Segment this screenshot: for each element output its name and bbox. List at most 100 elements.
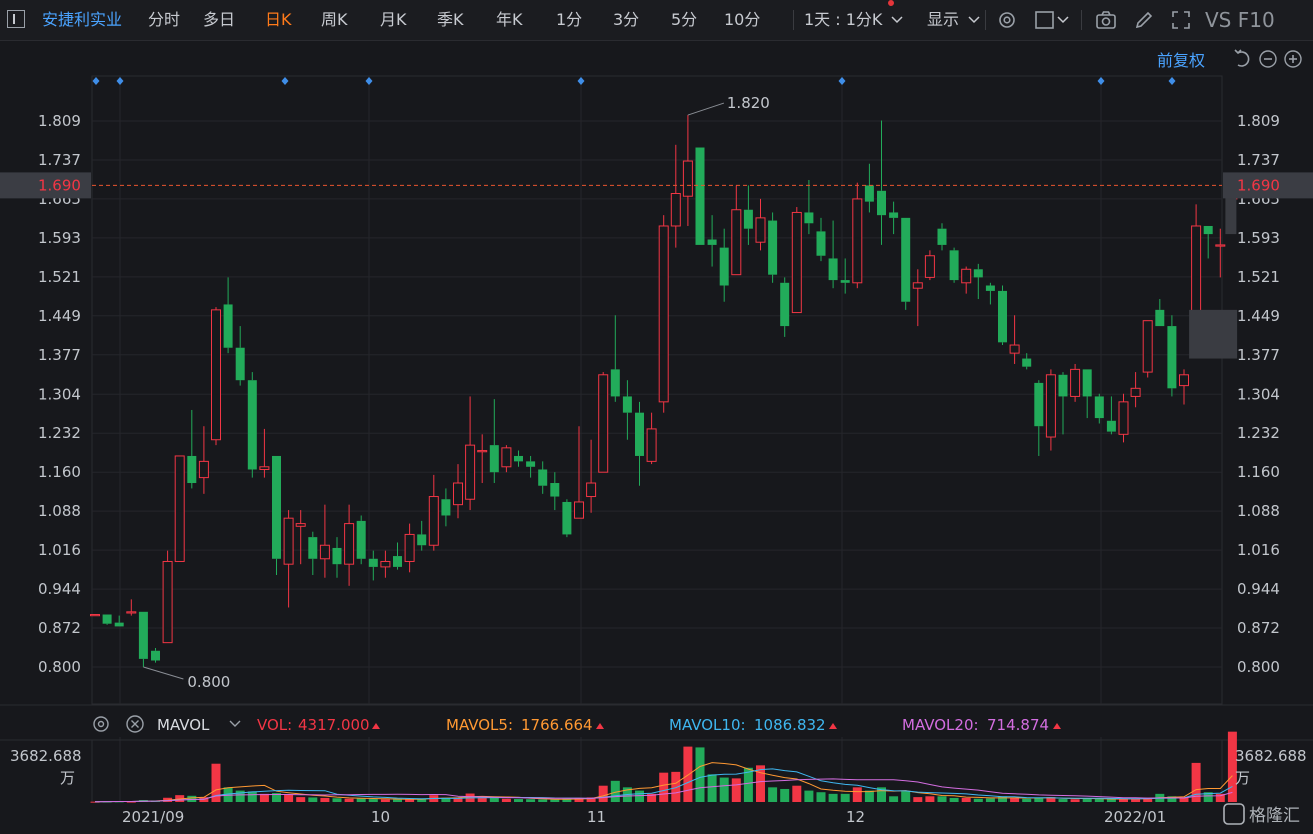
candle[interactable] — [1203, 225, 1213, 259]
candle[interactable] — [682, 115, 693, 226]
candle[interactable] — [223, 277, 233, 354]
candle[interactable] — [368, 550, 378, 581]
candle[interactable] — [1106, 396, 1116, 435]
candle[interactable] — [816, 217, 826, 262]
candle[interactable] — [1191, 204, 1202, 316]
event-diamond-icon[interactable] — [1097, 77, 1105, 85]
camera-icon[interactable] — [1095, 9, 1117, 31]
fullscreen-icon[interactable] — [1170, 9, 1192, 31]
candle[interactable] — [151, 648, 160, 663]
tab-multi-day[interactable]: 多日 — [203, 0, 235, 40]
candle[interactable] — [562, 499, 572, 538]
candle[interactable] — [90, 614, 100, 617]
tab-5min[interactable]: 5分 — [671, 0, 697, 40]
settings-gear-icon[interactable] — [93, 716, 109, 732]
candle[interactable] — [877, 120, 886, 245]
candle[interactable] — [174, 455, 185, 562]
candle[interactable] — [247, 372, 257, 478]
candle[interactable] — [768, 212, 778, 283]
candle[interactable] — [791, 207, 802, 314]
square-icon[interactable] — [1034, 9, 1056, 31]
candle[interactable] — [380, 550, 391, 578]
candle[interactable] — [308, 531, 318, 576]
sidebar-toggle-icon[interactable] — [7, 10, 25, 28]
event-diamond-icon[interactable] — [365, 77, 373, 85]
tab-3min[interactable]: 3分 — [613, 0, 639, 40]
candle[interactable] — [961, 266, 972, 294]
display-menu[interactable]: 显示 — [927, 0, 959, 40]
candle[interactable] — [973, 263, 983, 300]
candle[interactable] — [283, 510, 294, 608]
candle[interactable] — [622, 380, 632, 440]
candle[interactable] — [598, 372, 609, 473]
candle[interactable] — [259, 428, 270, 478]
event-diamond-icon[interactable] — [92, 77, 100, 85]
candle[interactable] — [1034, 380, 1044, 456]
candle[interactable] — [1215, 228, 1226, 278]
candle[interactable] — [356, 515, 366, 565]
candle[interactable] — [404, 523, 415, 573]
candle[interactable] — [610, 315, 620, 402]
interval-select[interactable]: 1天 : 1分K — [804, 0, 882, 40]
candle[interactable] — [743, 185, 753, 245]
tab-intraday[interactable]: 分时 — [148, 0, 180, 40]
tab-yearly-k[interactable]: 年K — [496, 0, 523, 40]
candle[interactable] — [1130, 372, 1141, 408]
candle[interactable] — [1082, 369, 1092, 419]
candle[interactable] — [272, 455, 281, 576]
event-diamond-icon[interactable] — [838, 77, 846, 85]
candle[interactable] — [998, 285, 1007, 346]
candle[interactable] — [1045, 369, 1056, 451]
indicator-name[interactable]: MAVOL — [157, 716, 210, 734]
candle[interactable] — [417, 520, 427, 551]
candle[interactable] — [1094, 393, 1104, 424]
candle[interactable] — [344, 504, 355, 586]
candle[interactable] — [852, 182, 863, 289]
candle[interactable] — [162, 550, 173, 644]
close-circle-icon[interactable] — [126, 715, 144, 733]
tab-weekly-k[interactable]: 周K — [321, 0, 348, 40]
candle[interactable] — [1155, 299, 1165, 327]
candle[interactable] — [319, 504, 330, 578]
event-diamond-icon[interactable] — [281, 77, 289, 85]
stock-name[interactable]: 安捷利实业 — [42, 0, 122, 40]
candle[interactable] — [235, 326, 245, 386]
candle[interactable] — [126, 599, 137, 616]
event-diamond-icon[interactable] — [577, 77, 585, 85]
candle[interactable] — [550, 472, 560, 511]
candle[interactable] — [780, 277, 790, 337]
candle[interactable] — [393, 542, 402, 570]
candle[interactable] — [465, 396, 476, 511]
candle[interactable] — [1142, 320, 1153, 378]
candle[interactable] — [501, 445, 512, 473]
candle[interactable] — [441, 488, 451, 527]
kline-chart[interactable]: 1.809 1.8091.737 1.7371.665 1.6651.593 1.593… — [0, 40, 1313, 834]
candle[interactable] — [1070, 363, 1081, 402]
candle[interactable] — [1118, 393, 1129, 443]
candle[interactable] — [1058, 372, 1068, 435]
chevron-down-icon[interactable] — [890, 13, 904, 27]
tab-quarterly-k[interactable]: 季K — [437, 0, 464, 40]
candle[interactable] — [864, 163, 874, 213]
candle[interactable] — [912, 269, 923, 327]
event-markers[interactable] — [92, 77, 1176, 85]
tab-1min[interactable]: 1分 — [556, 0, 582, 40]
candle[interactable] — [428, 474, 439, 551]
tab-monthly-k[interactable]: 月K — [380, 0, 407, 40]
candle[interactable] — [1167, 315, 1177, 397]
candle[interactable] — [198, 426, 209, 494]
candle[interactable] — [1009, 315, 1020, 364]
tab-10min[interactable]: 10分 — [724, 0, 760, 40]
candle[interactable] — [1022, 353, 1032, 370]
candle[interactable] — [828, 220, 838, 289]
event-diamond-icon[interactable] — [1168, 77, 1176, 85]
candle[interactable] — [804, 179, 814, 235]
gear-icon[interactable] — [996, 9, 1018, 31]
candle[interactable] — [187, 409, 197, 489]
chevron-down-icon[interactable] — [1056, 13, 1070, 27]
candlesticks[interactable] — [90, 115, 1238, 667]
candle[interactable] — [695, 147, 705, 245]
candle[interactable] — [719, 228, 729, 302]
candle[interactable] — [755, 198, 766, 251]
candle[interactable] — [889, 201, 899, 235]
